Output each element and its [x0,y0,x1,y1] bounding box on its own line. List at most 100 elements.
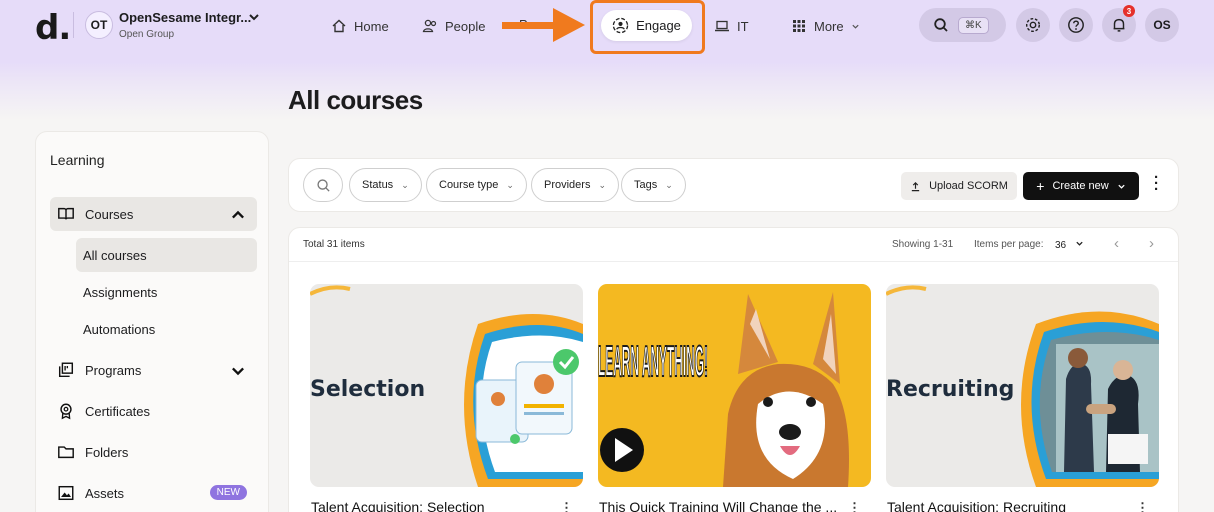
thumbnail-text: Selection [310,377,425,402]
items-per-page-select[interactable]: 36 [1055,239,1084,251]
sidebar-item-assets[interactable]: Assets NEW [50,476,257,510]
nav-people[interactable]: People [422,14,485,38]
divider [73,12,74,38]
certificate-icon [60,403,72,420]
notification-count-badge: 3 [1123,5,1135,17]
create-new-button[interactable]: + Create new [1023,172,1139,200]
chevron-down-icon: ⌄ [665,179,673,190]
folder-icon [58,446,74,459]
help-button[interactable] [1059,8,1093,42]
filter-bar: Status ⌄ Course type ⌄ Providers ⌄ Tags ⌄ Up… [288,158,1179,212]
course-title[interactable]: Talent Acquisition: Recruiting [887,499,1127,512]
search-icon [934,18,948,32]
nav-people-label: People [445,18,486,34]
filter-label: Course type [439,179,499,191]
nav-more-label: More [814,18,844,34]
filter-tags[interactable]: Tags ⌄ [621,168,686,202]
filter-providers[interactable]: Providers ⌄ [531,168,620,202]
course-card[interactable]: LEARN ANYTHING! This Quick Training Will… [598,284,871,512]
chevron-up-icon [232,210,244,219]
card-menu-icon[interactable]: ⋮ [1136,500,1149,512]
chevron-down-icon: ⌄ [598,179,607,190]
page-title: All courses [288,85,423,115]
user-avatar[interactable]: OS [1145,8,1179,42]
sidebar-item-label: Certificates [85,403,151,419]
sidebar-item-programs[interactable]: Programs [50,353,257,387]
sidebar-item-label: Assets [85,485,125,501]
card-menu-icon[interactable]: ⋮ [560,500,573,512]
nav-it[interactable]: IT [714,14,749,38]
upload-scorm-label: Upload SCORM [929,180,1008,192]
filter-label: Status [362,179,394,191]
search-shortcut: ⌘K [958,16,989,34]
create-new-label: Create new [1052,180,1109,192]
filter-label: Tags [634,179,658,191]
sidebar-subitem-automations[interactable]: Automations [76,312,257,346]
annotation-highlight-box [590,0,705,54]
chevron-down-icon [1076,241,1083,246]
course-title[interactable]: Talent Acquisition: Selection [311,499,551,512]
items-per-page-value: 36 [1055,240,1067,251]
plus-icon: + [1036,178,1045,194]
nav-home-label: Home [354,18,389,34]
app-logo[interactable]: d. [35,8,71,48]
sidebar-item-label: Programs [85,362,142,378]
org-subtitle: Open Group [119,29,175,40]
org-avatar[interactable]: OT [85,11,113,39]
sidebar-subitem-all-courses[interactable]: All courses [76,238,257,272]
more-options-icon[interactable]: · · · [1151,170,1161,197]
sidebar-item-courses[interactable]: Courses [50,197,257,231]
thumbnail-text: LEARN ANYTHING! [598,337,708,386]
chevron-down-icon: ⌄ [506,179,514,190]
nav-it-label: IT [737,18,749,34]
card-menu-icon[interactable]: ⋮ [848,500,861,512]
nav-more[interactable]: More [791,14,860,38]
global-search-button[interactable]: ⌘K [919,8,1006,42]
next-page-icon[interactable]: › [1149,235,1154,252]
chevron-down-icon [852,24,859,29]
programs-icon [58,362,74,378]
chevron-down-icon: ⌄ [401,179,409,190]
course-title[interactable]: This Quick Training Will Change the ... [599,499,839,512]
nav-home[interactable]: Home [331,14,389,38]
previous-page-icon[interactable]: ‹ [1114,235,1119,252]
chevron-down-icon [1118,184,1125,189]
laptop-icon [715,20,729,32]
upload-scorm-button[interactable]: Upload SCORM [901,172,1017,200]
home-icon [332,19,346,33]
course-list-panel: Total 31 items Showing 1-31 Items per pa… [288,227,1179,512]
course-card[interactable]: Selection Talent Acquisition: Selection … [310,284,583,512]
course-thumbnail[interactable]: Recruiting [886,284,1159,487]
sidebar-item-folders[interactable]: Folders [50,435,257,469]
grid-icon [793,20,805,32]
course-search-button[interactable] [303,168,343,202]
org-switcher-chevron-icon[interactable] [248,10,260,26]
settings-button[interactable] [1016,8,1050,42]
filter-status[interactable]: Status ⌄ [349,168,422,202]
org-name[interactable]: OpenSesame Integr... [119,10,251,25]
bell-icon [1113,18,1125,32]
sidebar-item-certificates[interactable]: Certificates [50,394,257,428]
help-icon [1068,17,1084,33]
course-card[interactable]: Recruiting Talent Acquisition: Recruitin… [886,284,1159,512]
annotation-arrow [502,22,557,29]
filter-label: Providers [544,179,591,191]
annotation-arrow-head [553,8,585,42]
image-icon [58,485,74,501]
book-icon [58,207,74,220]
chevron-down-icon [232,367,244,376]
sidebar-heading: Learning [50,152,105,168]
sidebar-subitem-assignments[interactable]: Assignments [76,275,257,309]
course-thumbnail[interactable]: Selection [310,284,583,487]
new-badge: NEW [209,485,247,500]
thumbnail-text: Recruiting [886,377,1014,402]
total-count: Total 31 items [303,239,365,250]
filter-course-type[interactable]: Course type ⌄ [426,168,527,202]
sidebar-item-label: Courses [85,206,134,222]
list-header: Total 31 items Showing 1-31 Items per pa… [289,228,1178,262]
gear-icon [1025,17,1041,33]
search-icon [316,178,330,192]
sidebar: Learning Courses All courses Assignments… [35,131,269,512]
upload-icon [911,181,920,191]
course-thumbnail[interactable]: LEARN ANYTHING! [598,284,871,487]
